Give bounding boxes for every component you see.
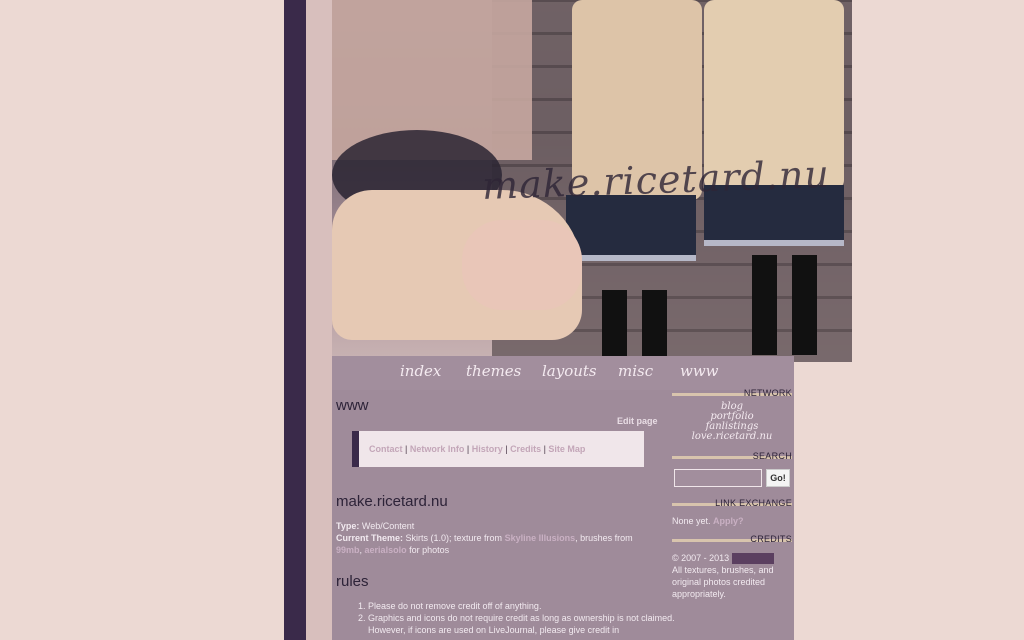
subnav-site-map[interactable]: Site Map — [548, 444, 585, 454]
theme-label: Current Theme: — [336, 533, 404, 543]
network-links: blog portfolio fanlistings love.ricetard… — [672, 402, 792, 442]
subnav-box: Contact | Network Info | History | Credi… — [352, 431, 644, 467]
credits-text: © 2007 - 2013 All textures, brushes, and… — [672, 552, 790, 600]
search-heading: SEARCH — [672, 451, 792, 461]
photo-leg — [642, 290, 667, 362]
theme-sep: , — [359, 545, 363, 555]
rule-item: Please do not remove credit off of anyth… — [368, 600, 690, 612]
theme-mid: , brushes from — [575, 533, 633, 543]
credits-heading: CREDITS — [672, 534, 792, 544]
subnav-row: Contact | Network Info | History | Credi… — [369, 444, 586, 454]
link-exchange-heading-label: LINK EXCHANGE — [715, 498, 792, 508]
credits-note: All textures, brushes, and original phot… — [672, 565, 774, 600]
photo-hand — [462, 220, 582, 310]
nav-misc[interactable]: misc — [618, 362, 653, 380]
network-link-love[interactable]: love.ricetard.nu — [692, 431, 773, 442]
link-exchange-heading: LINK EXCHANGE — [672, 498, 792, 508]
site-meta: Type: Web/Content Current Theme: Skirts … — [336, 520, 658, 556]
theme-suffix: for photos — [409, 545, 450, 555]
left-pale-strip — [306, 0, 332, 640]
subnav-history[interactable]: History — [472, 444, 503, 454]
apply-link[interactable]: Apply? — [713, 516, 744, 526]
nav-layouts[interactable]: layouts — [542, 362, 597, 380]
redacted-name — [731, 553, 774, 565]
rule-item: Graphics and icons do not require credit… — [368, 612, 690, 636]
search-go-button[interactable]: Go! — [766, 469, 790, 487]
network-heading: NETWORK — [672, 388, 792, 398]
type-value: Web/Content — [361, 521, 415, 531]
nav-index[interactable]: index — [400, 362, 441, 380]
theme-prefix: Skirts (1.0); texture from — [405, 533, 503, 543]
search-heading-label: SEARCH — [752, 451, 792, 461]
copyright: © 2007 - 2013 — [672, 553, 730, 563]
page-title: www — [336, 397, 369, 414]
credits-heading-label: CREDITS — [750, 534, 792, 544]
rules-heading: rules — [336, 573, 369, 590]
link-exchange-text: None yet. Apply? — [672, 516, 744, 526]
subnav-network-info[interactable]: Network Info — [410, 444, 465, 454]
edit-page-link[interactable]: Edit page — [617, 416, 658, 426]
site-heading: make.ricetard.nu — [336, 493, 448, 510]
photo-leg — [752, 255, 777, 355]
network-heading-label: NETWORK — [743, 388, 792, 398]
photo-skirt-1 — [566, 195, 696, 261]
credit-link-99mb[interactable]: 99mb — [336, 545, 360, 555]
nav-www[interactable]: www — [680, 362, 719, 380]
type-label: Type: — [336, 521, 360, 531]
nav-themes[interactable]: themes — [466, 362, 521, 380]
rules-list: Please do not remove credit off of anyth… — [336, 600, 690, 636]
photo-leg — [792, 255, 817, 355]
left-dark-strip — [284, 0, 306, 640]
link-exchange-status: None yet. — [672, 516, 711, 526]
subnav-credits[interactable]: Credits — [510, 444, 541, 454]
header-banner: make.ricetard.nu — [332, 0, 852, 362]
credit-link-skyline[interactable]: Skyline Illusions — [505, 533, 576, 543]
subnav-contact[interactable]: Contact — [369, 444, 403, 454]
credit-link-aerialsolo[interactable]: aerialsolo — [365, 545, 407, 555]
search-input[interactable] — [674, 469, 762, 487]
photo-leg — [602, 290, 627, 362]
